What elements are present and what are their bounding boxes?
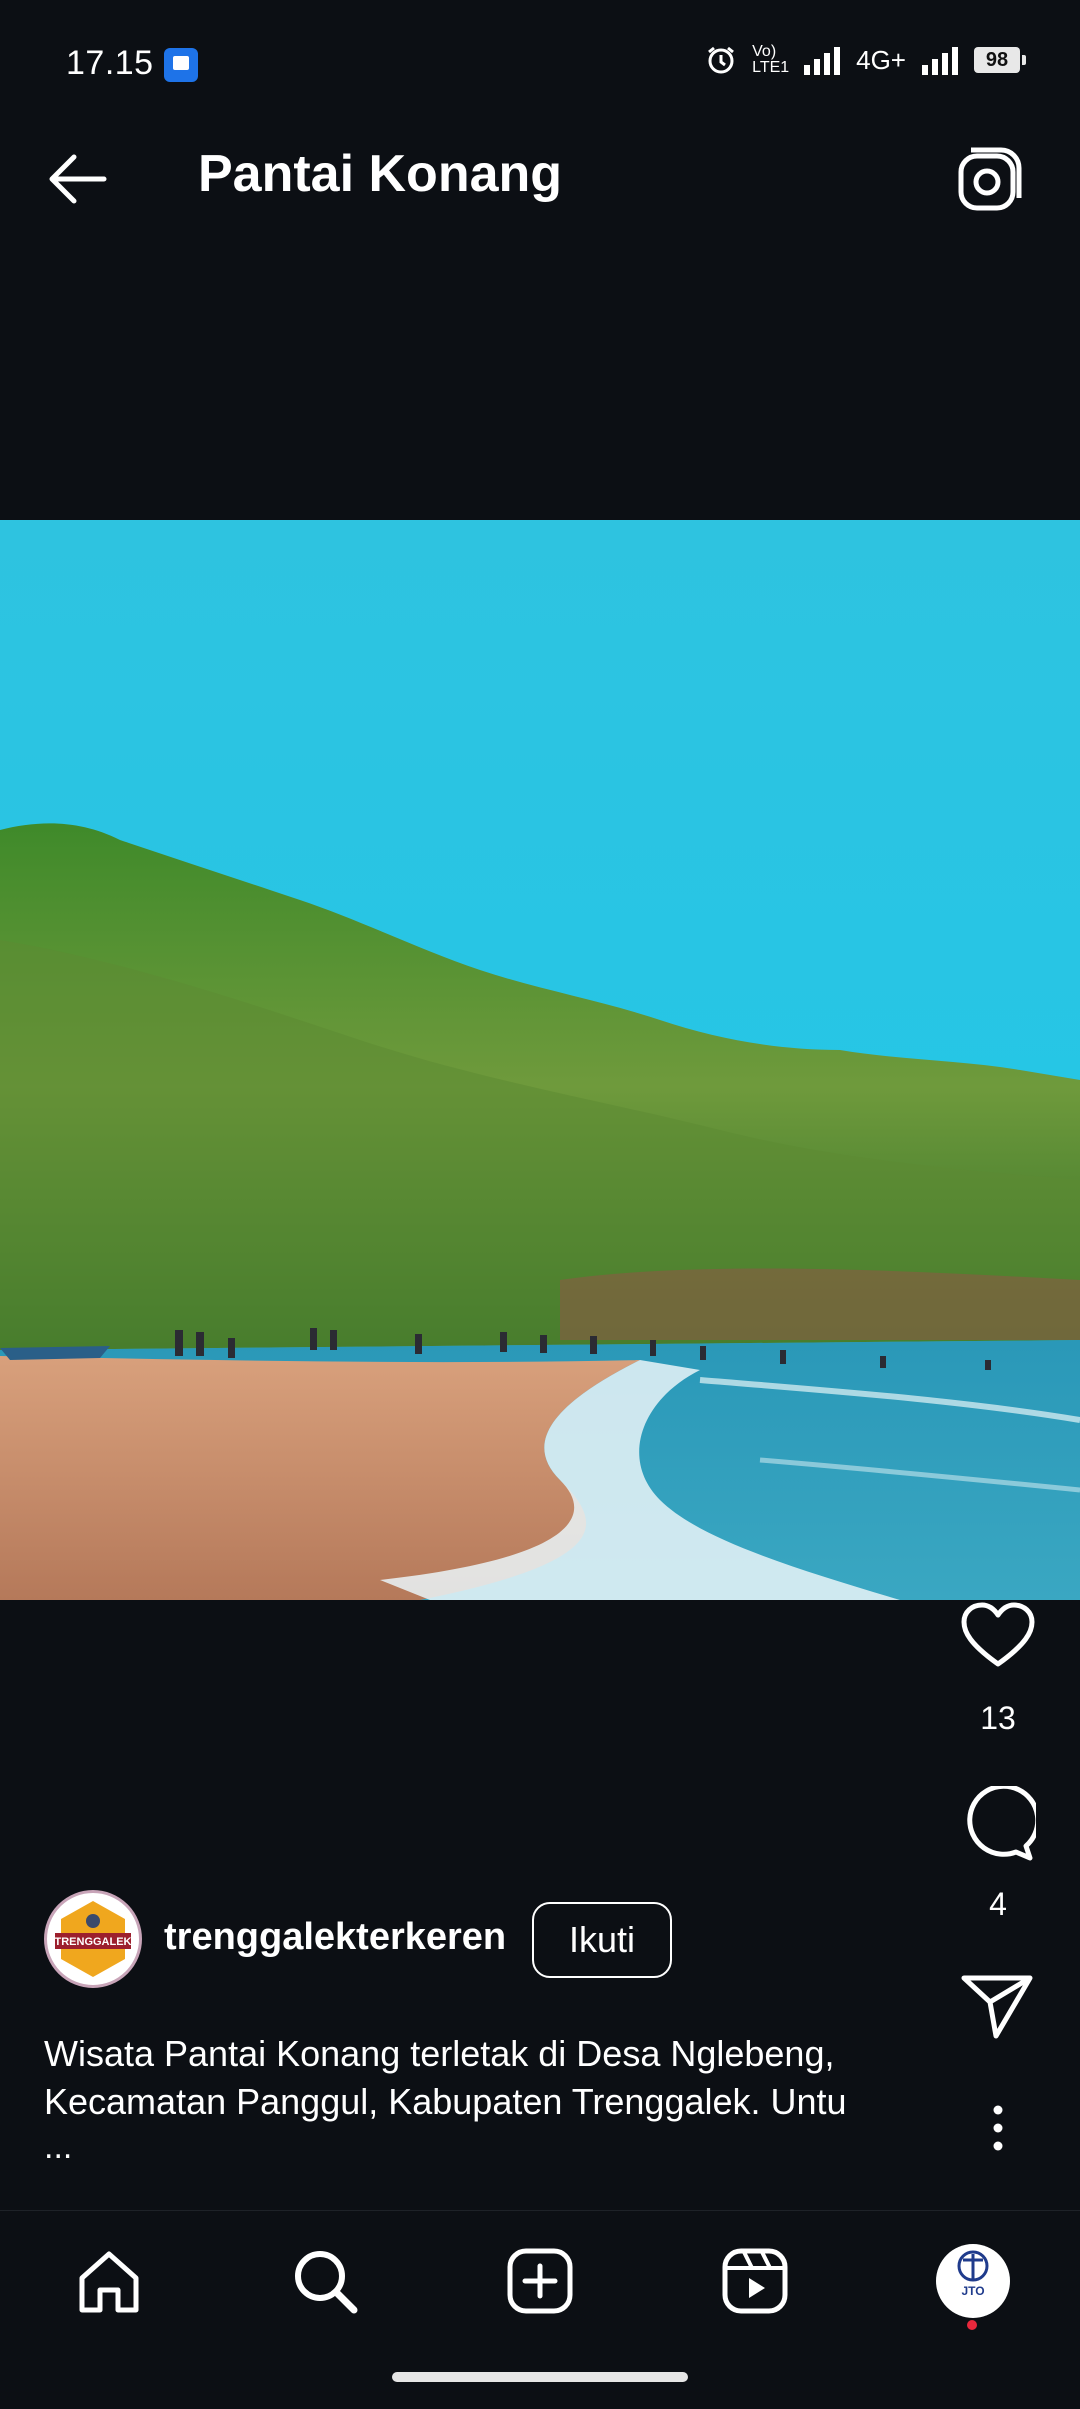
alarm-icon (708, 46, 735, 74)
share-icon[interactable] (960, 1972, 1036, 2042)
volte-indicator: Vo) LTE1 (752, 43, 790, 76)
search-icon[interactable] (290, 2246, 360, 2316)
post-photo[interactable] (0, 520, 1080, 1600)
battery-indicator: 98 (974, 47, 1026, 73)
notification-dot (967, 2320, 977, 2330)
author-username[interactable]: trenggalekterkeren (164, 1916, 506, 1959)
comment-icon[interactable] (960, 1786, 1036, 1862)
follow-button[interactable]: Ikuti (532, 1902, 672, 1978)
profile-avatar-text: JTO (961, 2284, 985, 2298)
like-count: 13 (980, 1700, 1016, 1736)
heart-icon[interactable] (960, 1600, 1036, 1670)
avatar-logo-text: TRENGGALEK (55, 1936, 132, 1948)
status-time: 17.15 (66, 44, 154, 82)
back-arrow-icon[interactable] (44, 146, 110, 212)
camera-icon[interactable] (955, 144, 1025, 214)
status-bar: 17.15 Vo) LTE1 4G+ 98 (0, 0, 1080, 100)
post-caption[interactable]: Wisata Pantai Konang terletak di Desa Ng… (44, 2030, 924, 2126)
notification-app-icon (164, 48, 198, 82)
system-status-icons: Vo) LTE1 4G+ 98 (706, 43, 1026, 76)
add-post-icon[interactable] (505, 2246, 575, 2316)
beach-landscape-image (0, 520, 1080, 1600)
home-icon[interactable] (74, 2246, 144, 2316)
profile-avatar[interactable]: JTO (936, 2244, 1010, 2318)
author-avatar[interactable]: TRENGGALEK (44, 1890, 142, 1988)
more-vertical-icon[interactable] (980, 2104, 1016, 2152)
comment-count: 4 (989, 1886, 1007, 1922)
page-title: Pantai Konang (198, 145, 563, 203)
gesture-handle[interactable] (392, 2372, 688, 2382)
signal-strength-2-icon (922, 45, 958, 75)
network-type: 4G+ (856, 44, 906, 75)
caption-more[interactable]: ... (44, 2128, 72, 2167)
reels-icon[interactable] (720, 2246, 790, 2316)
signal-strength-icon (804, 45, 841, 75)
